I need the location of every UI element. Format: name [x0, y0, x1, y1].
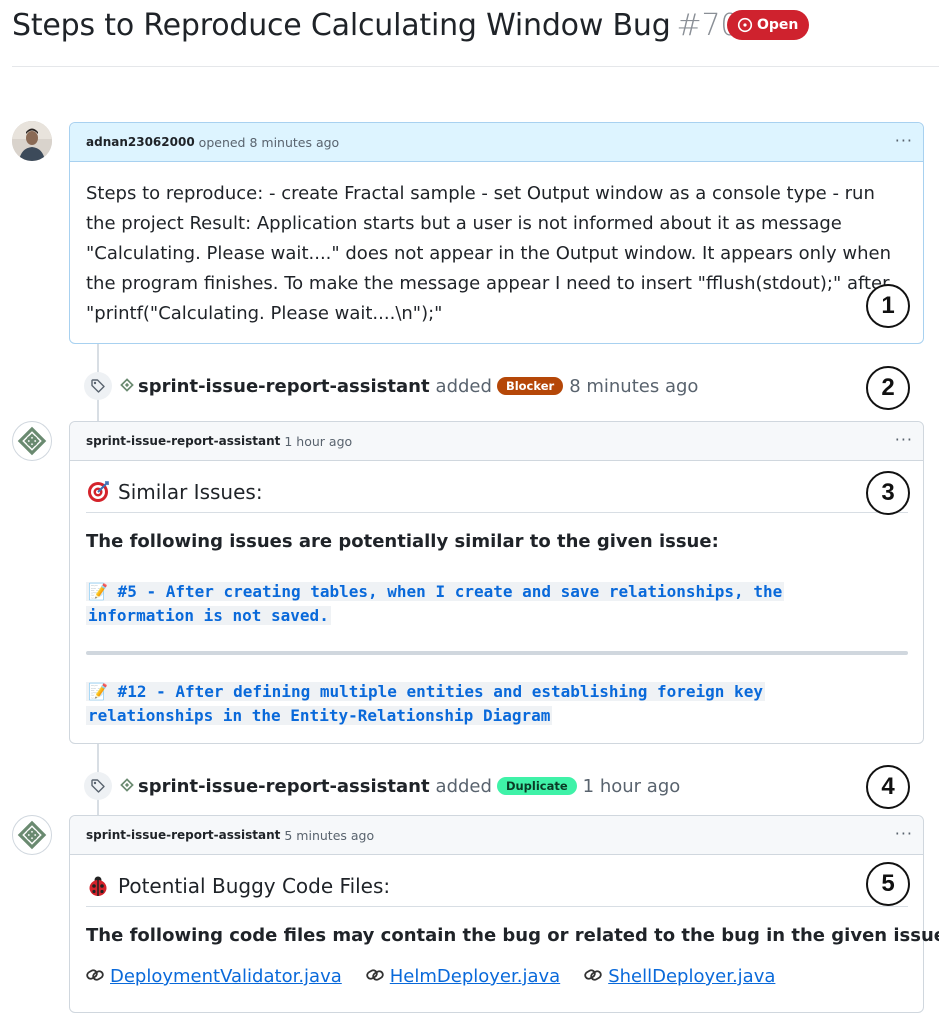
bot-logo-icon: [17, 426, 47, 456]
label-added-event: sprint-issue-report-assistant added Bloc…: [84, 371, 698, 401]
event-time[interactable]: 8 minutes ago: [569, 376, 698, 397]
buggy-files-heading: Potential Buggy Code Files:: [86, 866, 908, 907]
event-actor[interactable]: sprint-issue-report-assistant: [138, 376, 430, 397]
annotation-marker: 2: [866, 366, 910, 410]
comment-author[interactable]: sprint-issue-report-assistant: [86, 828, 280, 842]
comment-body: Steps to reproduce: - create Fractal sam…: [86, 183, 892, 324]
comment-meta[interactable]: 5 minutes ago: [284, 828, 374, 843]
file-links: DeploymentValidator.java HelmDeployer.ja…: [86, 966, 799, 987]
comment-author[interactable]: sprint-issue-report-assistant: [86, 434, 280, 448]
buggy-files-comment: sprint-issue-report-assistant 5 minutes …: [69, 815, 939, 1013]
file-link-item: ShellDeployer.java: [584, 966, 775, 987]
lady-beetle-emoji: [86, 874, 110, 898]
event-actor[interactable]: sprint-issue-report-assistant: [138, 776, 430, 797]
issue-header: Steps to Reproduce Calculating Window Bu…: [12, 0, 939, 67]
link-icon: [366, 966, 384, 987]
heading-text: Similar Issues:: [118, 480, 263, 504]
similar-issues-comment: sprint-issue-report-assistant 1 hour ago…: [69, 421, 924, 744]
buggy-files-intro: The following code files may contain the…: [86, 925, 939, 946]
comment-meta[interactable]: opened 8 minutes ago: [199, 135, 340, 150]
duplicate-label[interactable]: Duplicate: [496, 777, 577, 795]
tag-icon: [84, 372, 112, 400]
link-icon: [584, 966, 602, 987]
event-action: added: [435, 775, 492, 797]
heading-text: Potential Buggy Code Files:: [118, 874, 391, 898]
comment-meta[interactable]: 1 hour ago: [284, 434, 352, 449]
issue-title: Steps to Reproduce Calculating Window Bu…: [12, 8, 739, 43]
kebab-menu-icon[interactable]: ···: [895, 430, 913, 449]
link-icon: [86, 966, 104, 987]
direct-hit-emoji: [86, 480, 110, 504]
annotation-marker: 5: [866, 862, 910, 906]
comment-author[interactable]: adnan23062000: [86, 135, 195, 149]
label-added-event: sprint-issue-report-assistant added Dupl…: [84, 771, 680, 801]
bot-avatar[interactable]: [12, 421, 52, 461]
file-link-item: HelmDeployer.java: [366, 966, 560, 987]
similar-issue-link[interactable]: 📝 #12 - After defining multiple entities…: [86, 680, 826, 728]
issue-description-comment: adnan23062000 opened 8 minutes ago ··· S…: [69, 122, 924, 344]
file-link[interactable]: ShellDeployer.java: [608, 966, 775, 987]
comment-header: adnan23062000 opened 8 minutes ago ···: [70, 123, 923, 162]
avatar-photo: [12, 121, 52, 161]
event-action: added: [435, 375, 492, 397]
similar-issue-text[interactable]: 📝 #12 - After defining multiple entities…: [86, 682, 765, 725]
file-link[interactable]: HelmDeployer.java: [390, 966, 560, 987]
bot-avatar[interactable]: [12, 815, 52, 855]
annotation-marker: 3: [866, 471, 910, 515]
similar-issue-link[interactable]: 📝 #5 - After creating tables, when I cre…: [86, 580, 826, 628]
blocker-label[interactable]: Blocker: [496, 377, 564, 395]
annotation-marker: 4: [866, 765, 910, 809]
similar-issues-heading: Similar Issues:: [86, 472, 908, 513]
similar-issue-text[interactable]: 📝 #5 - After creating tables, when I cre…: [86, 582, 785, 625]
issue-state-badge: Open: [727, 10, 810, 40]
bot-logo-icon: [120, 776, 134, 797]
issue-open-icon: [737, 17, 753, 33]
kebab-menu-icon[interactable]: ···: [895, 824, 913, 843]
bot-logo-icon: [120, 376, 134, 397]
tag-icon: [84, 772, 112, 800]
issue-title-text: Steps to Reproduce Calculating Window Bu…: [12, 8, 671, 43]
comment-header: sprint-issue-report-assistant 5 minutes …: [70, 816, 923, 855]
comment-header: sprint-issue-report-assistant 1 hour ago…: [70, 422, 923, 461]
file-link-item: DeploymentValidator.java: [86, 966, 342, 987]
divider: [86, 651, 908, 655]
similar-issues-intro: The following issues are potentially sim…: [86, 531, 719, 552]
bot-logo-icon: [17, 820, 47, 850]
event-time[interactable]: 1 hour ago: [583, 776, 681, 797]
annotation-marker: 1: [866, 284, 910, 328]
kebab-menu-icon[interactable]: ···: [895, 131, 913, 150]
author-avatar[interactable]: [12, 121, 52, 161]
file-link[interactable]: DeploymentValidator.java: [110, 966, 342, 987]
issue-state-label: Open: [757, 17, 799, 33]
